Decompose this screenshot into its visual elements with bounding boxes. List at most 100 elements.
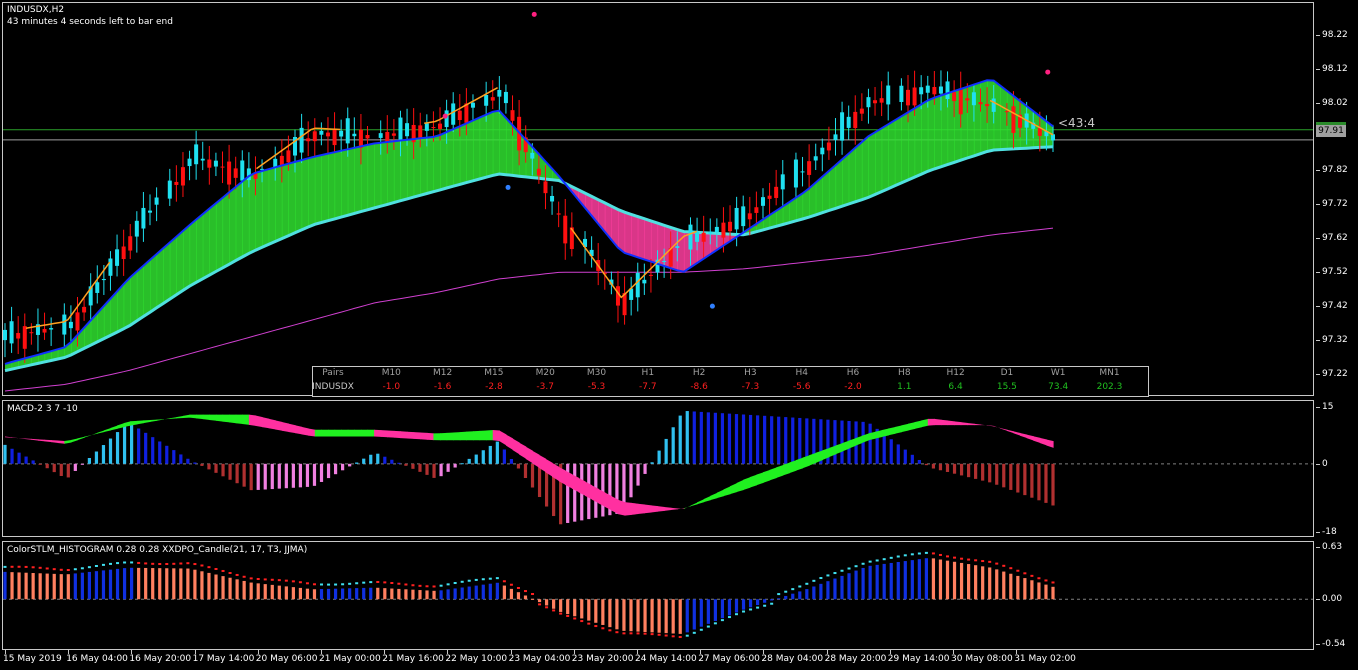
signal-band-segment (169, 417, 177, 419)
table-header-cell: H4 (795, 368, 808, 378)
candle-body (154, 197, 159, 205)
macd-bar (523, 463, 528, 479)
stlm-bar (537, 599, 542, 603)
y-tick-mark (1316, 599, 1320, 601)
candle-body (141, 207, 146, 229)
stlm-histogram-pane[interactable]: ColorSTLM_HISTOGRAM 0.28 0.28 XXDPO_Cand… (2, 541, 1314, 650)
y-tick-mark (1316, 644, 1320, 645)
candle-body (925, 85, 930, 93)
stlm-signal-dot (24, 565, 28, 568)
price-chart-canvas (3, 11, 1313, 392)
candle-body (68, 321, 73, 329)
signal-band-segment (420, 432, 428, 440)
stlm-signal-dot (341, 583, 345, 586)
stlm-bar (889, 562, 893, 600)
ma-cloud-segment (262, 169, 270, 248)
ma-cloud-segment (894, 116, 903, 186)
signal-band-segment (637, 503, 645, 515)
candle-body (101, 278, 106, 281)
candle-body (75, 312, 80, 331)
ma-cloud-segment (334, 150, 342, 219)
stlm-signal-dot (1044, 579, 1048, 582)
candle-body (240, 160, 245, 181)
stlm-bar (854, 570, 858, 600)
macd-bar (348, 463, 352, 467)
candle-body (780, 174, 785, 190)
signal-band-segment (288, 423, 296, 434)
macd-pane[interactable]: MACD-2 3 7 -10 (2, 400, 1314, 537)
stlm-bar (1023, 578, 1027, 600)
signal-band-segment (123, 421, 131, 428)
stlm-axis[interactable]: 0.63 0.00 -0.54 (1316, 541, 1358, 650)
stlm-signal-dot (720, 619, 724, 622)
price-axis[interactable]: 98.22 98.12 98.02 97.82 97.72 97.62 97.52 97.42… (1316, 2, 1358, 396)
macd-bar (467, 458, 471, 464)
candle-body (424, 123, 429, 131)
fractal-dot (505, 184, 511, 190)
stlm-bar (73, 573, 77, 600)
candle-body (971, 92, 976, 106)
macd-bar (974, 463, 978, 479)
macd-axis[interactable]: 15 0 -18 (1316, 400, 1358, 537)
stlm-bar (165, 568, 169, 600)
stlm-signal-dot (671, 635, 675, 638)
stlm-bar (256, 583, 260, 600)
signal-band-segment (182, 414, 191, 419)
candle-body (299, 127, 304, 153)
stlm-bar (594, 599, 598, 623)
macd-bar (383, 456, 387, 464)
candle-body (16, 333, 21, 339)
price-chart-pane[interactable]: INDUSDX,H2 43 minutes 4 seconds left to … (2, 2, 1314, 396)
y-tick-mark (1316, 68, 1320, 70)
stlm-signal-dot (559, 612, 563, 615)
macd-bar (798, 417, 802, 464)
ma-cloud-segment (281, 163, 290, 239)
y-tick-mark (1316, 170, 1320, 172)
macd-bar (24, 456, 28, 464)
candle-body (484, 94, 489, 106)
ma-cloud-segment (927, 97, 935, 172)
macd-bar (256, 463, 260, 490)
stlm-bar (439, 590, 443, 600)
ma-cloud-segment (321, 153, 329, 223)
stlm-signal-dot (601, 627, 605, 630)
stlm-bar (87, 571, 92, 600)
stlm-signal-dot (798, 585, 802, 588)
stlm-bar (720, 599, 725, 619)
stlm-bar (418, 590, 422, 600)
stlm-signal-dot (17, 565, 21, 568)
signal-band-segment (70, 438, 79, 443)
macd-bar (1023, 463, 1027, 496)
stlm-signal-dot (523, 590, 527, 593)
stlm-bar (995, 569, 999, 600)
stlm-bar (798, 591, 802, 600)
stlm-bar (734, 599, 739, 613)
stlm-bar (805, 589, 809, 600)
macd-bar (981, 463, 985, 481)
stlm-signal-dot (369, 581, 373, 584)
stlm-bar (917, 559, 921, 600)
fractal-dot (709, 303, 715, 309)
stlm-bar (952, 561, 957, 600)
macd-bar (446, 463, 450, 472)
stlm-bar (397, 588, 401, 600)
timeframe-strength-table: Pairs M10 M12 M15 M20 M30 H1 H2 H3 H4 H6 H8 H12 D1 W1 M… (312, 366, 1149, 397)
macd-bar (995, 463, 999, 485)
stlm-bar (312, 589, 317, 600)
table-value-cell: 1.1 (897, 382, 912, 392)
y-tick-mark (1316, 238, 1320, 240)
stlm-signal-dot (320, 583, 324, 586)
candle-body (800, 171, 805, 173)
signal-band-segment (690, 502, 698, 507)
candle-body (714, 226, 719, 233)
stlm-bar (573, 599, 577, 617)
ma-cloud-segment (143, 259, 151, 317)
table-value-cell: -7.7 (639, 382, 657, 392)
macd-bar (509, 458, 514, 464)
candle-body (938, 86, 943, 94)
stlm-signal-dot (502, 580, 506, 583)
stlm-signal-dot (938, 553, 942, 556)
signal-band-segment (954, 421, 962, 426)
signal-band-segment (156, 419, 164, 421)
signal-band-segment (295, 425, 303, 435)
